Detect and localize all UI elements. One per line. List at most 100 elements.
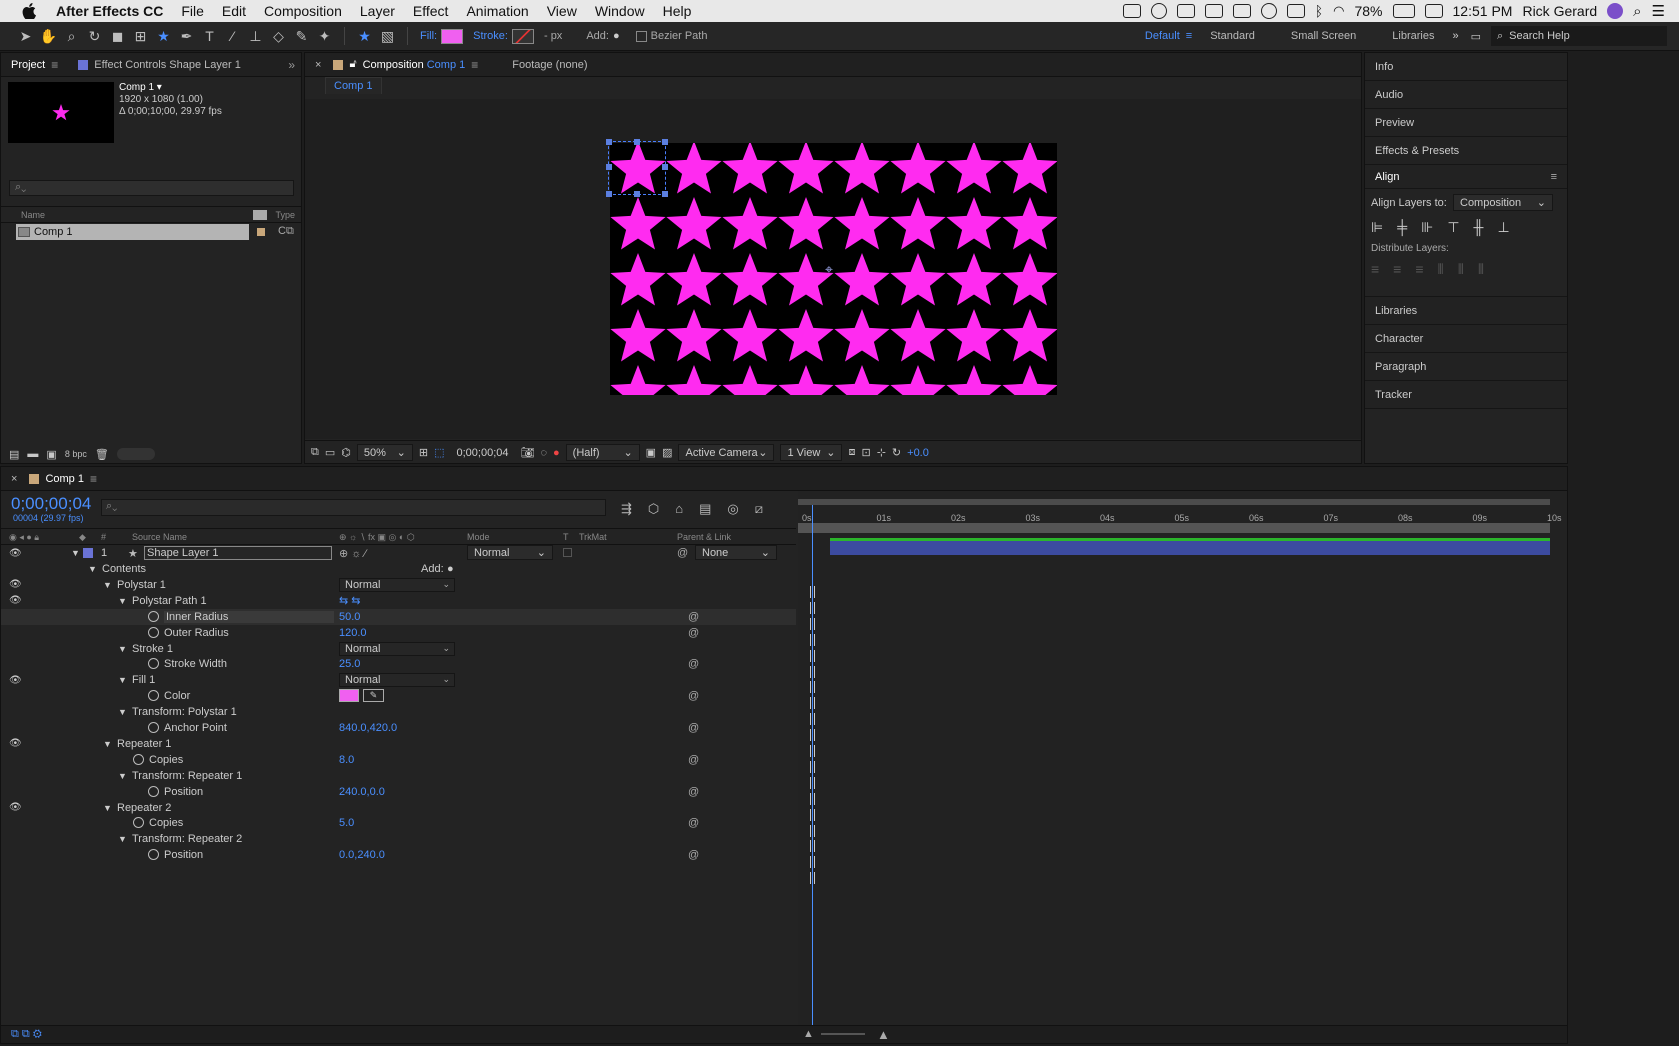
expression-pickwhip-icon[interactable]: @ bbox=[688, 611, 699, 623]
col-source-name[interactable]: Source Name bbox=[132, 532, 187, 542]
property-keyframe-marker[interactable] bbox=[810, 745, 815, 757]
time-machine-icon[interactable] bbox=[1260, 3, 1277, 19]
add-label[interactable]: Add: bbox=[421, 563, 444, 575]
property-keyframe-marker[interactable] bbox=[810, 586, 815, 598]
prop-row-polystar-1[interactable]: 👁︎ ▼ Polystar 1 Normal ⌄ bbox=[1, 577, 796, 593]
property-keyframe-marker[interactable] bbox=[810, 665, 815, 678]
property-keyframe-marker[interactable] bbox=[810, 792, 815, 805]
align-top-icon[interactable]: ⊤ bbox=[1447, 219, 1459, 236]
new-folder-icon[interactable]: ▬ bbox=[27, 448, 38, 460]
search-help-toggle-icon[interactable]: ▭ bbox=[1471, 30, 1481, 43]
stroke-swatch[interactable] bbox=[511, 28, 534, 44]
timeline-graph[interactable]: 0s 01s 02s 03s 04s 05s 06s 07s 08s 09s 10s bbox=[798, 491, 1567, 1025]
zoom-tool-icon[interactable]: ⌕ bbox=[62, 26, 82, 46]
rotate-tool-icon[interactable]: ↻ bbox=[85, 26, 105, 46]
expand-arrow-icon[interactable]: ▼ bbox=[118, 675, 127, 685]
workspace-libraries[interactable]: Libraries bbox=[1392, 30, 1434, 42]
workspace-overflow-icon[interactable]: » bbox=[1452, 30, 1458, 42]
prop-value[interactable]: 5.0 bbox=[339, 817, 354, 829]
expand-arrow-icon[interactable]: ▼ bbox=[103, 739, 112, 749]
distribute-top-icon[interactable]: ≡ bbox=[1371, 261, 1379, 278]
blend-mode-select[interactable]: Normal ⌄ bbox=[339, 577, 455, 592]
transform-handle[interactable] bbox=[662, 191, 668, 197]
expression-pickwhip-icon[interactable]: @ bbox=[688, 690, 699, 702]
comp-mini-flowchart-icon[interactable]: ⇶ bbox=[621, 501, 632, 517]
toggle-pixel-aspect-icon[interactable]: ⧈ bbox=[848, 446, 855, 459]
prop-row-transform-polystar-1[interactable]: ▼ Transform: Polystar 1 bbox=[1, 704, 796, 720]
panel-menu-icon[interactable]: ≡ bbox=[1551, 171, 1557, 183]
color-swatch[interactable] bbox=[339, 689, 359, 703]
transform-handle[interactable] bbox=[662, 164, 668, 170]
menu-effect[interactable]: Effect bbox=[404, 3, 458, 19]
stopwatch-icon[interactable] bbox=[148, 626, 159, 638]
align-bottom-icon[interactable]: ⊥ bbox=[1497, 219, 1509, 236]
shy-layers-icon[interactable]: ⌂ bbox=[675, 501, 683, 517]
calendar-icon[interactable] bbox=[1424, 4, 1443, 18]
col-t[interactable]: T bbox=[563, 532, 569, 542]
distribute-hcenter-icon[interactable]: ⦀ bbox=[1458, 261, 1464, 278]
blend-mode-select[interactable]: Normal ⌄ bbox=[339, 641, 455, 656]
work-area-bar[interactable] bbox=[798, 523, 1550, 533]
composition-viewer[interactable]: ⌖ bbox=[305, 99, 1361, 439]
layer-duration-bar[interactable] bbox=[830, 541, 1550, 555]
property-keyframe-marker[interactable] bbox=[810, 872, 815, 885]
transparency-grid-icon[interactable]: ▨ bbox=[662, 446, 672, 459]
distribute-right-icon[interactable]: ⦀ bbox=[1478, 261, 1484, 278]
workspace-small-screen[interactable]: Small Screen bbox=[1291, 30, 1356, 42]
evernote-icon[interactable] bbox=[1176, 4, 1195, 18]
workspace-standard[interactable]: Standard bbox=[1210, 30, 1255, 42]
stroke-label[interactable]: Stroke: bbox=[473, 30, 508, 42]
prop-row-anchor-point[interactable]: Anchor Point @840.0,420.0 bbox=[1, 720, 796, 736]
battery-icon[interactable] bbox=[1392, 4, 1415, 18]
channels-icon[interactable]: ● bbox=[553, 447, 560, 459]
graph-editor-icon[interactable]: ⧄ bbox=[755, 501, 763, 517]
bluetooth-icon[interactable]: ᛒ bbox=[1315, 3, 1323, 19]
thumbnail-slider[interactable] bbox=[116, 448, 155, 460]
roto-brush-tool-icon[interactable]: ✎ bbox=[292, 26, 312, 46]
project-search-input[interactable]: ⌕⌄ bbox=[9, 180, 294, 196]
screen-icon[interactable] bbox=[1204, 4, 1223, 18]
motion-blur-icon[interactable]: ◎ bbox=[727, 501, 738, 517]
prop-value[interactable]: 8.0 bbox=[339, 754, 354, 766]
puppet-tool-icon[interactable]: ✦ bbox=[315, 26, 335, 46]
panel-effects-presets[interactable]: Effects & Presets bbox=[1365, 137, 1567, 165]
project-item-comp1[interactable]: Comp 1 bbox=[16, 224, 249, 240]
stopwatch-icon[interactable] bbox=[148, 658, 159, 670]
comp-navigator-tab[interactable]: Comp 1 bbox=[325, 77, 382, 94]
layer-mode-select[interactable]: Normal ⌄ bbox=[467, 545, 553, 560]
expression-pickwhip-icon[interactable]: @ bbox=[688, 658, 699, 670]
col-trkmat[interactable]: TrkMat bbox=[579, 532, 607, 542]
parent-select[interactable]: None ⌄ bbox=[695, 545, 777, 560]
monitor-icon[interactable]: ▭ bbox=[325, 446, 335, 459]
menu-app-name[interactable]: After Effects CC bbox=[52, 3, 172, 19]
label-column-icon[interactable] bbox=[253, 209, 268, 220]
show-snapshot-icon[interactable]: ◌ bbox=[540, 447, 547, 459]
comp-info-name[interactable]: Comp 1 ▾ bbox=[119, 82, 222, 94]
visibility-eye-icon[interactable]: 👁︎ bbox=[9, 579, 22, 590]
panel-libraries[interactable]: Libraries bbox=[1365, 297, 1567, 325]
visibility-eye-icon[interactable]: 👁︎ bbox=[9, 738, 22, 749]
align-left-icon[interactable]: ⊫ bbox=[1371, 219, 1383, 236]
col-type[interactable]: Type bbox=[275, 210, 295, 220]
prop-row-fill-1[interactable]: 👁︎ ▼ Fill 1 Normal ⌄ bbox=[1, 672, 796, 688]
clock[interactable]: 12:51 PM bbox=[1453, 3, 1513, 19]
timeline-current-time[interactable]: 0;00;00;04 bbox=[11, 494, 91, 514]
lock-icon[interactable]: 🔓︎ bbox=[349, 58, 356, 71]
clone-stamp-tool-icon[interactable]: ⊥ bbox=[246, 26, 266, 46]
pan-behind-tool-icon[interactable]: ⊞ bbox=[131, 26, 151, 46]
zoom-in-icon[interactable]: ▲ bbox=[877, 1027, 890, 1042]
stopwatch-icon[interactable] bbox=[148, 722, 159, 733]
comp-canvas[interactable] bbox=[610, 143, 1057, 395]
stopwatch-icon[interactable] bbox=[148, 690, 159, 702]
pen-tool-icon[interactable]: ✒ bbox=[177, 26, 197, 46]
pick-whip-icon[interactable]: @ bbox=[677, 547, 688, 559]
prop-row-color[interactable]: Color @ ✎ bbox=[1, 688, 796, 704]
bezier-path-checkbox[interactable] bbox=[635, 30, 647, 42]
user-avatar-icon[interactable] bbox=[1607, 3, 1624, 19]
menu-file[interactable]: File bbox=[172, 3, 213, 19]
stopwatch-icon[interactable] bbox=[148, 849, 159, 861]
search-help-field[interactable]: ⌕ Search Help bbox=[1491, 26, 1667, 46]
reset-exposure-icon[interactable]: ↻ bbox=[892, 446, 901, 459]
toggle-switches-icon[interactable]: ⧉ ⧉ ⚙ bbox=[11, 1028, 42, 1041]
align-right-icon[interactable]: ⊪ bbox=[1421, 219, 1433, 236]
